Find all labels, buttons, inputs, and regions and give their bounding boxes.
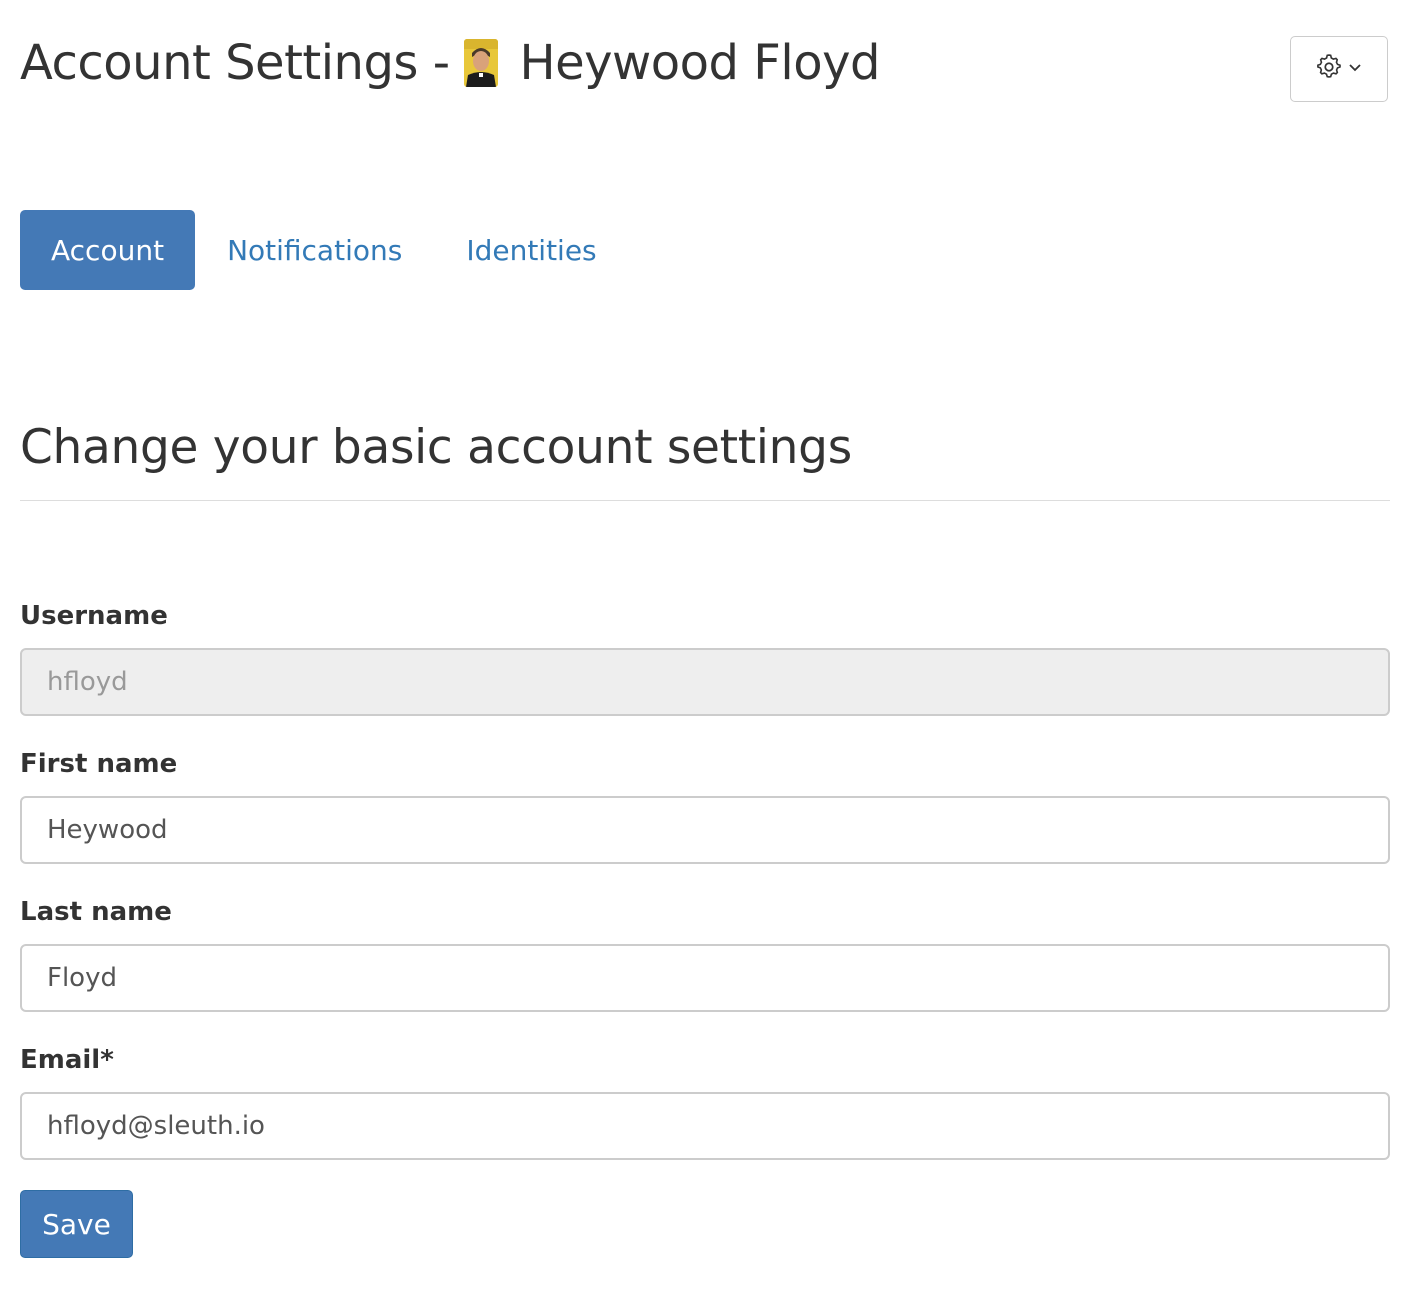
save-button[interactable]: Save — [20, 1190, 133, 1258]
gear-icon — [1315, 53, 1343, 85]
page-title-prefix: Account Settings - — [20, 35, 450, 91]
email-field[interactable] — [20, 1092, 1390, 1160]
last-name-field[interactable] — [20, 944, 1390, 1012]
first-name-label: First name — [20, 749, 178, 779]
page-title-user-name: Heywood Floyd — [519, 35, 881, 91]
tab-identities[interactable]: Identities — [434, 210, 628, 290]
tab-account[interactable]: Account — [20, 210, 196, 290]
section-heading: Change your basic account settings — [20, 420, 852, 475]
tab-notifications[interactable]: Notifications — [195, 210, 434, 290]
section-divider — [20, 500, 1390, 501]
last-name-label: Last name — [20, 897, 172, 927]
username-label: Username — [20, 601, 168, 631]
email-label: Email* — [20, 1045, 114, 1075]
page-header: Account Settings - Heywood Floyd — [20, 30, 880, 96]
first-name-field[interactable] — [20, 796, 1390, 864]
avatar — [463, 39, 498, 87]
tab-bar: Account Notifications Identities — [20, 210, 629, 290]
settings-dropdown-button[interactable] — [1290, 36, 1388, 102]
username-field[interactable] — [20, 648, 1390, 716]
chevron-down-icon — [1347, 59, 1363, 79]
